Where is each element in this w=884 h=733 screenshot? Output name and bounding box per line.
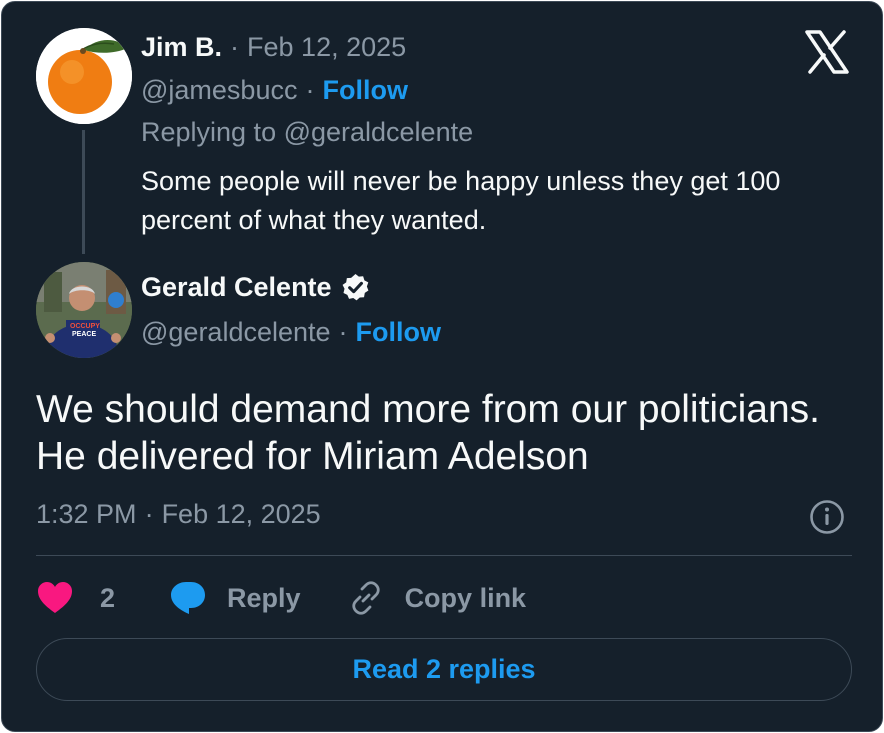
- parent-tweet-handle-row: @jamesbucc · Follow: [141, 75, 408, 106]
- main-tweet-text-line1: We should demand more from our politicia…: [36, 388, 820, 431]
- parent-author-name[interactable]: Jim B.: [141, 32, 222, 63]
- replying-to: Replying to @geraldcelente: [141, 117, 473, 148]
- follow-jim-button[interactable]: Follow: [322, 75, 407, 106]
- heart-icon: [38, 582, 72, 613]
- like-button[interactable]: 2: [36, 580, 115, 616]
- separator-dot: ·: [305, 75, 315, 105]
- parent-tweet-text: Some people will never be happy unless t…: [141, 166, 781, 235]
- main-tweet-text: We should demand more from our politicia…: [36, 386, 856, 480]
- main-tweet-text-line2: He delivered for Miriam Adelson: [36, 435, 589, 478]
- read-replies-button[interactable]: Read 2 replies: [36, 638, 852, 701]
- tweet-actions: 2 Reply Copy link: [36, 576, 526, 620]
- divider: [36, 555, 852, 556]
- tweet-time[interactable]: 1:32 PM: [36, 499, 137, 530]
- main-author-handle[interactable]: @geraldcelente: [141, 317, 331, 348]
- copy-link-button[interactable]: Copy link: [349, 581, 527, 615]
- main-tweet-header: Gerald Celente: [141, 272, 371, 303]
- copy-link-label: Copy link: [404, 582, 527, 613]
- verified-badge-icon: [342, 273, 368, 301]
- reply-button[interactable]: Reply: [169, 580, 301, 616]
- avatar-gerald[interactable]: OCCUPY PEACE: [36, 262, 132, 358]
- tweet-date[interactable]: Feb 12, 2025: [162, 499, 321, 530]
- avatar-jim[interactable]: [36, 28, 132, 124]
- x-logo-icon[interactable]: [803, 30, 851, 74]
- svg-text:OCCUPY: OCCUPY: [70, 323, 100, 330]
- replying-to-text: Replying to @geraldcelente: [141, 117, 474, 147]
- separator-dot: ·: [338, 317, 348, 347]
- thread-connector: [82, 130, 85, 254]
- separator-dot: ·: [230, 32, 240, 62]
- like-count: 2: [100, 582, 116, 613]
- main-tweet-timestamp[interactable]: 1:32 PM · Feb 12, 2025: [36, 499, 321, 530]
- parent-tweet-date[interactable]: Feb 12, 2025: [247, 32, 406, 63]
- orange-icon: [36, 28, 132, 124]
- reply-label: Reply: [227, 582, 301, 613]
- main-tweet-handle-row: @geraldcelente · Follow: [141, 317, 441, 348]
- parent-author-handle[interactable]: @jamesbucc: [141, 75, 297, 106]
- info-icon[interactable]: [809, 499, 845, 535]
- main-author-name[interactable]: Gerald Celente: [141, 272, 332, 303]
- svg-text:PEACE: PEACE: [72, 331, 96, 338]
- link-icon: [351, 581, 380, 615]
- follow-gerald-button[interactable]: Follow: [356, 317, 441, 348]
- tweet-embed-card: Jim B. · Feb 12, 2025 @jamesbucc · Follo…: [1, 1, 883, 732]
- profile-photo-icon: OCCUPY PEACE: [36, 262, 132, 358]
- speech-bubble-icon: [171, 582, 206, 614]
- parent-tweet-header: Jim B. · Feb 12, 2025: [141, 32, 406, 63]
- separator-dot: ·: [144, 499, 154, 529]
